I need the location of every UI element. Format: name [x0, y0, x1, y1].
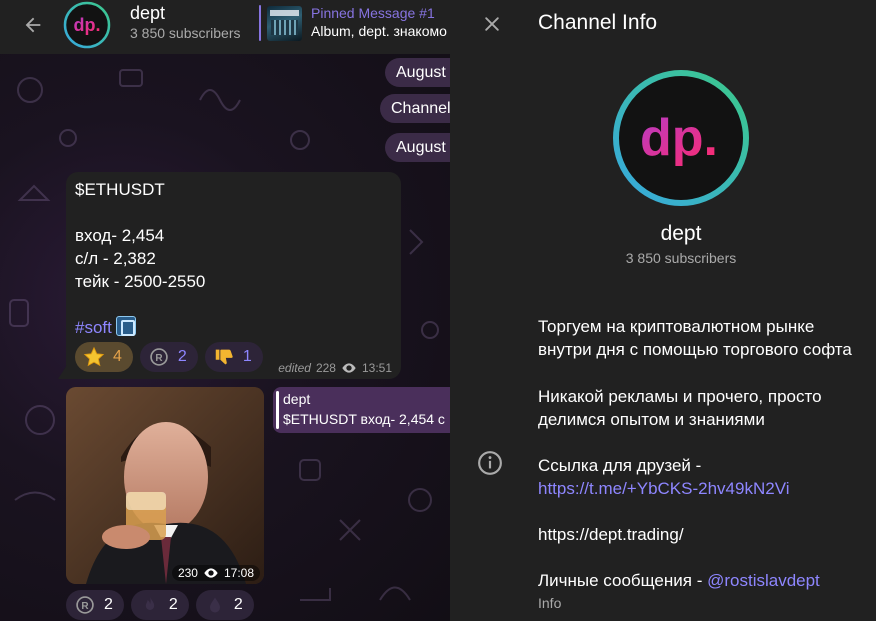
message-line: тейк - 2500-2550: [75, 272, 206, 291]
date-pill: August: [385, 133, 450, 162]
pinned-indicator: [259, 5, 261, 41]
panel-title: Channel Info: [538, 11, 658, 34]
dm-line: Личные сообщения - @rostislavdept: [538, 569, 820, 592]
reaction-count: 2: [177, 348, 187, 365]
eye-icon: [204, 568, 218, 578]
description-line: внутри дня с помощью торгового софта: [538, 340, 852, 359]
star-icon: [83, 346, 105, 368]
channel-logo-text: dp.: [74, 15, 101, 35]
chat-header: dp. dept 3 850 subscribers Pinned Messag…: [0, 0, 450, 54]
chat-pane: dp. dept 3 850 subscribers Pinned Messag…: [0, 0, 450, 621]
reaction-star[interactable]: 4: [75, 342, 133, 372]
reaction-count: 2: [233, 596, 243, 613]
message-reactions: 4 R 2 1: [75, 342, 263, 372]
description-line: Никакой рекламы и прочего, просто: [538, 387, 822, 406]
chat-subscribers: 3 850 subscribers: [130, 25, 241, 41]
drop-icon: [204, 594, 226, 616]
eye-icon: [342, 363, 356, 373]
reaction-thumbs-down[interactable]: 1: [204, 342, 263, 372]
invite-link[interactable]: https://t.me/+YbCKS-2hv49kN2Vi: [538, 477, 790, 500]
arrow-left-icon: [25, 17, 41, 33]
reaction-registered[interactable]: R 2: [139, 342, 198, 372]
pinned-message[interactable]: Pinned Message #1 Album, dept. знакомо: [259, 4, 450, 42]
description-line: Торгуем на криптовалютном рынке: [538, 317, 815, 336]
pinned-text-block: Pinned Message #1 Album, dept. знакомо: [311, 5, 447, 41]
channel-name: dept: [660, 222, 702, 245]
xray-emoji-icon: [115, 316, 136, 336]
reaction-count: 4: [113, 348, 122, 365]
message-line: [75, 201, 392, 224]
photo-reactions: R 2 2 2: [66, 590, 254, 620]
reaction-registered[interactable]: R 2: [66, 590, 124, 620]
description-line: делимся опытом и знаниями: [538, 410, 765, 429]
telegram-window: dp. dept 3 850 subscribers Pinned Messag…: [0, 0, 876, 621]
close-icon: [485, 17, 499, 31]
pinned-title: Pinned Message #1: [311, 5, 435, 21]
message-line: вход- 2,454: [75, 226, 165, 245]
dm-prefix: Личные сообщения -: [538, 571, 708, 590]
reaction-count: 1: [242, 348, 252, 365]
hashtag-link[interactable]: #soft: [75, 318, 112, 337]
date-pill: August: [385, 58, 450, 87]
channel-logo-text: dp.: [640, 109, 718, 167]
dm-username-link[interactable]: @rostislavdept: [707, 571, 820, 590]
message-bubble[interactable]: $ETHUSDT вход- 2,454 с/л - 2,382 тейк - …: [66, 172, 401, 379]
thumbs-down-icon: [213, 346, 235, 368]
reaction-fire[interactable]: 2: [130, 590, 189, 620]
service-pill: Channel: [380, 94, 450, 123]
reaction-count: 2: [168, 596, 178, 613]
channel-avatar-large[interactable]: dp.: [612, 69, 750, 207]
pinned-thumbnail: [267, 5, 302, 41]
photo-image: [66, 387, 264, 584]
channel-subscribers: 3 850 subscribers: [625, 250, 737, 266]
edited-label: edited: [278, 361, 311, 375]
website-link[interactable]: https://dept.trading/: [538, 523, 684, 546]
photo-meta: 230 17:08: [171, 565, 260, 581]
pinned-preview: Album, dept. знакомо: [311, 23, 447, 39]
back-button[interactable]: [18, 10, 48, 40]
close-button[interactable]: [477, 9, 507, 39]
chat-title[interactable]: dept: [130, 3, 165, 24]
channel-info-panel: Channel Info dp. dept 3 850 subscribers …: [450, 0, 876, 621]
message-hashtag-line: #soft: [75, 316, 392, 339]
message-line: с/л - 2,382: [75, 249, 156, 268]
fire-icon: [139, 594, 161, 616]
svg-text:R: R: [155, 353, 163, 364]
reaction-count: 2: [104, 596, 113, 613]
message-time: 17:08: [223, 566, 254, 580]
svg-text:R: R: [81, 601, 89, 612]
view-count: 228: [315, 361, 336, 375]
description-line: Ссылка для друзей -: [538, 456, 702, 475]
message-time: 13:51: [361, 361, 392, 375]
message-meta: edited 228 13:51: [278, 361, 392, 375]
view-count: 230: [177, 566, 198, 580]
message-line: $ETHUSDT: [75, 180, 165, 199]
photo-message[interactable]: 230 17:08: [66, 387, 264, 584]
info-caption: Info: [538, 595, 562, 611]
message-line: [75, 293, 392, 316]
registered-icon: R: [74, 594, 96, 616]
registered-icon: R: [148, 346, 170, 368]
reply-author: dept: [283, 391, 311, 407]
info-icon: [477, 450, 503, 476]
reply-text: $ETHUSDT вход- 2,454 с: [283, 411, 445, 427]
channel-avatar[interactable]: dp.: [63, 1, 111, 49]
reply-quote[interactable]: dept $ETHUSDT вход- 2,454 с: [273, 387, 450, 433]
reaction-drop[interactable]: 2: [195, 590, 254, 620]
